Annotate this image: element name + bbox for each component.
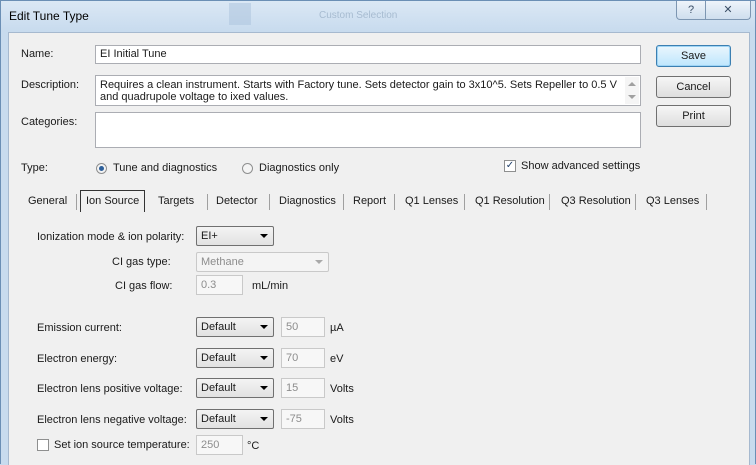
ionization-label: Ionization mode & ion polarity: bbox=[37, 231, 185, 243]
chevron-down-icon bbox=[315, 260, 323, 264]
description-label: Description: bbox=[21, 79, 80, 91]
lens-positive-unit: Volts bbox=[330, 383, 354, 395]
tab-q3-lenses[interactable]: Q3 Lenses bbox=[641, 190, 704, 212]
temperature-label[interactable]: Set ion source temperature: bbox=[54, 439, 190, 451]
lens-positive-select[interactable]: Default bbox=[196, 378, 274, 398]
chevron-down-icon bbox=[260, 417, 268, 421]
background-window-icon bbox=[229, 3, 251, 25]
tab-targets[interactable]: Targets bbox=[153, 190, 199, 212]
tab-diagnostics[interactable]: Diagnostics bbox=[274, 190, 341, 212]
description-scrollbar[interactable] bbox=[625, 77, 639, 104]
tab-separator bbox=[343, 194, 344, 210]
help-icon: ? bbox=[687, 4, 695, 16]
window-title: Edit Tune Type bbox=[9, 9, 89, 23]
tab-separator bbox=[394, 194, 395, 210]
edit-tune-type-dialog: Edit Tune Type Custom Selection ? ✕ Name… bbox=[0, 0, 756, 465]
ci-gas-flow-value: 0.3 bbox=[201, 279, 217, 291]
chevron-down-icon bbox=[260, 234, 268, 238]
lens-positive-mode: Default bbox=[201, 382, 236, 394]
emission-field[interactable]: 50 bbox=[281, 317, 325, 337]
ionization-value: EI+ bbox=[201, 230, 218, 242]
lens-positive-field[interactable]: 15 bbox=[281, 378, 325, 398]
save-button[interactable]: Save bbox=[656, 45, 731, 67]
title-bar: Edit Tune Type Custom Selection ? ✕ bbox=[1, 1, 755, 31]
tab-q3-resolution[interactable]: Q3 Resolution bbox=[556, 190, 636, 212]
lens-negative-field[interactable]: -75 bbox=[281, 409, 325, 429]
lens-negative-mode: Default bbox=[201, 413, 236, 425]
cancel-button[interactable]: Cancel bbox=[656, 76, 731, 98]
categories-field[interactable] bbox=[95, 112, 641, 148]
tab-separator bbox=[464, 194, 465, 210]
temperature-checkbox[interactable] bbox=[37, 439, 49, 451]
background-window-title: Custom Selection bbox=[319, 10, 398, 21]
tab-separator bbox=[207, 194, 208, 210]
lens-negative-select[interactable]: Default bbox=[196, 409, 274, 429]
tab-detector[interactable]: Detector bbox=[211, 190, 263, 212]
categories-label: Categories: bbox=[21, 116, 78, 128]
name-label: Name: bbox=[21, 48, 54, 60]
show-advanced-label[interactable]: Show advanced settings bbox=[521, 160, 640, 172]
tab-separator bbox=[549, 194, 550, 210]
emission-unit: µA bbox=[330, 322, 344, 334]
tab-q1-lenses[interactable]: Q1 Lenses bbox=[400, 190, 463, 212]
temperature-unit: °C bbox=[247, 440, 260, 452]
scroll-down-icon[interactable] bbox=[628, 95, 636, 99]
energy-select[interactable]: Default bbox=[196, 348, 274, 368]
lens-negative-unit: Volts bbox=[330, 414, 354, 426]
description-field[interactable]: Requires a clean instrument. Starts with… bbox=[95, 75, 641, 106]
tab-ion-source[interactable]: Ion Source bbox=[80, 190, 146, 212]
type-label: Type: bbox=[21, 162, 48, 174]
lens-positive-label: Electron lens positive voltage: bbox=[37, 383, 183, 395]
tab-separator bbox=[76, 194, 77, 210]
ci-gas-type-select[interactable]: Methane bbox=[196, 252, 329, 272]
energy-unit: eV bbox=[330, 353, 344, 365]
tab-general[interactable]: General bbox=[23, 190, 72, 212]
lens-positive-value: 15 bbox=[286, 382, 299, 394]
close-icon: ✕ bbox=[723, 4, 733, 16]
lens-negative-label: Electron lens negative voltage: bbox=[37, 414, 187, 426]
name-field[interactable]: EI Initial Tune bbox=[95, 45, 641, 64]
type-diagnostics-radio[interactable] bbox=[242, 163, 253, 174]
tab-report[interactable]: Report bbox=[348, 190, 391, 212]
ionization-select[interactable]: EI+ bbox=[196, 226, 274, 246]
dialog-body: Name: EI Initial Tune Description: Requi… bbox=[8, 32, 750, 465]
emission-value: 50 bbox=[286, 321, 299, 333]
scroll-up-icon[interactable] bbox=[628, 82, 636, 86]
emission-mode: Default bbox=[201, 321, 236, 333]
name-value: EI Initial Tune bbox=[100, 48, 167, 60]
ci-gas-type-value: Methane bbox=[201, 256, 244, 268]
ci-gas-flow-unit: mL/min bbox=[252, 280, 289, 292]
lens-negative-value: -75 bbox=[286, 413, 302, 425]
close-button[interactable]: ✕ bbox=[705, 1, 751, 20]
energy-value: 70 bbox=[286, 352, 299, 364]
ci-gas-flow-label: CI gas flow: bbox=[115, 280, 173, 292]
chevron-down-icon bbox=[260, 386, 268, 390]
chevron-down-icon bbox=[260, 325, 268, 329]
chevron-down-icon bbox=[260, 356, 268, 360]
type-diagnostics-label[interactable]: Diagnostics only bbox=[259, 162, 339, 174]
energy-mode: Default bbox=[201, 352, 236, 364]
type-tune-radio[interactable] bbox=[96, 163, 107, 174]
print-button[interactable]: Print bbox=[656, 105, 731, 127]
energy-label: Electron energy: bbox=[37, 353, 118, 365]
emission-select[interactable]: Default bbox=[196, 317, 274, 337]
temperature-value: 250 bbox=[201, 439, 220, 451]
ci-gas-flow-field[interactable]: 0.3 bbox=[196, 275, 243, 295]
show-advanced-checkbox[interactable]: ✓ bbox=[504, 160, 516, 172]
ci-gas-type-label: CI gas type: bbox=[112, 256, 171, 268]
emission-label: Emission current: bbox=[37, 322, 122, 334]
tab-q1-resolution[interactable]: Q1 Resolution bbox=[470, 190, 550, 212]
tab-separator bbox=[635, 194, 636, 210]
tab-separator bbox=[706, 194, 707, 210]
temperature-field[interactable]: 250 bbox=[196, 435, 243, 455]
description-value: Requires a clean instrument. Starts with… bbox=[100, 79, 617, 103]
energy-field[interactable]: 70 bbox=[281, 348, 325, 368]
help-button[interactable]: ? bbox=[676, 1, 706, 20]
type-tune-label[interactable]: Tune and diagnostics bbox=[113, 162, 217, 174]
tab-separator bbox=[269, 194, 270, 210]
